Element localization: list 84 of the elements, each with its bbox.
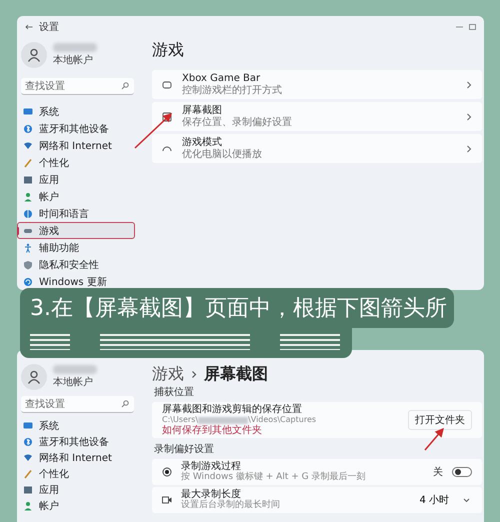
- dropdown[interactable]: 4 小时: [417, 493, 472, 507]
- row-subtitle: 设置后台录制的最长时间: [181, 500, 281, 511]
- section-label: 捕获位置: [154, 387, 195, 399]
- sidebar-item[interactable]: 应用: [17, 482, 135, 498]
- bluetooth-icon: [23, 437, 33, 447]
- blurred-name: [53, 43, 97, 52]
- sidebar-item[interactable]: 帐户: [17, 498, 135, 514]
- chevron-icon: [191, 370, 197, 378]
- open-folder-button[interactable]: 打开文件夹: [408, 410, 472, 430]
- toggle-label: 关: [433, 466, 443, 479]
- shield-icon: [23, 260, 33, 270]
- chevron-icon: [466, 144, 472, 152]
- chevron-icon: [466, 80, 472, 88]
- sidebar-item[interactable]: 网络和 Internet: [17, 450, 135, 466]
- window-title: 设置: [39, 20, 59, 34]
- record-icon: [162, 467, 172, 477]
- sidebar-item[interactable]: 网络和 Internet: [17, 137, 135, 154]
- back-icon: [25, 24, 33, 30]
- page-title: 屏幕截图: [204, 364, 268, 384]
- bluetooth-icon: [23, 124, 33, 134]
- sidebar-item[interactable]: 蓝牙和其他设备: [17, 120, 135, 137]
- sidebar-item[interactable]: 帐户: [17, 188, 135, 205]
- person-icon: [27, 48, 41, 62]
- sidebar-item[interactable]: 系统: [17, 103, 135, 120]
- account-type: 本地帐户: [53, 54, 94, 67]
- toggle-switch[interactable]: [452, 467, 472, 477]
- search-icon: [121, 82, 129, 90]
- account-type: 本地帐户: [53, 376, 94, 389]
- row-subtitle: 按 Windows 徽标键 + Alt + G 录制最后一刻: [181, 472, 366, 483]
- sidebar-item[interactable]: 系统: [17, 418, 135, 434]
- search-field[interactable]: 查找设置: [21, 396, 134, 413]
- settings-card[interactable]: 游戏模式 优化电脑以便播放: [152, 134, 482, 163]
- section-label: 录制偏好设置: [154, 444, 215, 456]
- blurred-name: [198, 416, 248, 424]
- sidebar-item[interactable]: Windows 更新: [17, 273, 135, 290]
- card-subtitle: 控制游戏栏的打开方式: [182, 84, 283, 96]
- pen-icon: [23, 158, 33, 168]
- folder-path: C:\Users\: [162, 415, 198, 425]
- page-title: 游戏: [152, 40, 185, 61]
- screenshot-icon: [162, 112, 172, 122]
- breadcrumb-link[interactable]: 游戏: [152, 364, 184, 384]
- gauge-icon: [162, 144, 172, 154]
- blurred-name: [53, 365, 97, 374]
- settings-card[interactable]: Xbox Game Bar 控制游戏栏的打开方式: [152, 70, 482, 99]
- monitor-icon: [23, 421, 33, 431]
- row-title: 最大录制长度: [181, 489, 241, 500]
- search-icon: [121, 400, 129, 408]
- maximize-icon: [469, 24, 476, 30]
- folder-path: \Videos\Captures: [248, 415, 316, 424]
- chevron-icon: [466, 112, 472, 120]
- card-subtitle: 保存位置、录制偏好设置: [182, 116, 293, 128]
- search-field[interactable]: 查找设置: [21, 78, 134, 95]
- person-icon: [23, 501, 33, 511]
- sidebar-item[interactable]: 个性化: [17, 154, 135, 171]
- card-title: 屏幕截图和游戏剪辑的保存位置: [162, 404, 303, 415]
- card-title: 游戏模式: [182, 136, 223, 148]
- row-title: 录制游戏过程: [181, 461, 241, 472]
- sidebar-item[interactable]: 应用: [17, 171, 135, 188]
- globe-icon: [23, 208, 33, 218]
- help-link[interactable]: 如何保存到其他文件夹: [162, 425, 408, 436]
- sidebar-item[interactable]: 个性化: [17, 466, 135, 482]
- wifi-icon: [23, 140, 33, 150]
- apps-icon: [23, 174, 33, 184]
- sidebar-item[interactable]: 辅助功能: [17, 239, 135, 256]
- card-title: Xbox Game Bar: [182, 72, 262, 84]
- caret-icon: [463, 498, 470, 502]
- apps-icon: [23, 485, 33, 495]
- card-subtitle: 优化电脑以便播放: [182, 148, 263, 160]
- sidebar-item[interactable]: 隐私和安全性: [17, 256, 135, 273]
- accessibility-icon: [23, 242, 33, 252]
- person-icon: [23, 192, 33, 202]
- minimize-icon: [456, 24, 463, 30]
- sidebar-item[interactable]: 时间和语言: [17, 205, 135, 222]
- settings-card[interactable]: 屏幕截图 保存位置、录制偏好设置: [152, 102, 482, 131]
- video-icon: [162, 495, 172, 505]
- update-icon: [23, 276, 33, 286]
- person-icon: [27, 370, 41, 384]
- card-title: 屏幕截图: [182, 104, 223, 116]
- sidebar-item[interactable]: 游戏: [17, 222, 135, 239]
- monitor-icon: [23, 106, 33, 116]
- pen-icon: [23, 469, 33, 479]
- caption-text: 3.在【屏幕截图】页面中，根据下图箭头所: [30, 296, 447, 321]
- wifi-icon: [23, 453, 33, 463]
- sidebar-item[interactable]: 蓝牙和其他设备: [17, 434, 135, 450]
